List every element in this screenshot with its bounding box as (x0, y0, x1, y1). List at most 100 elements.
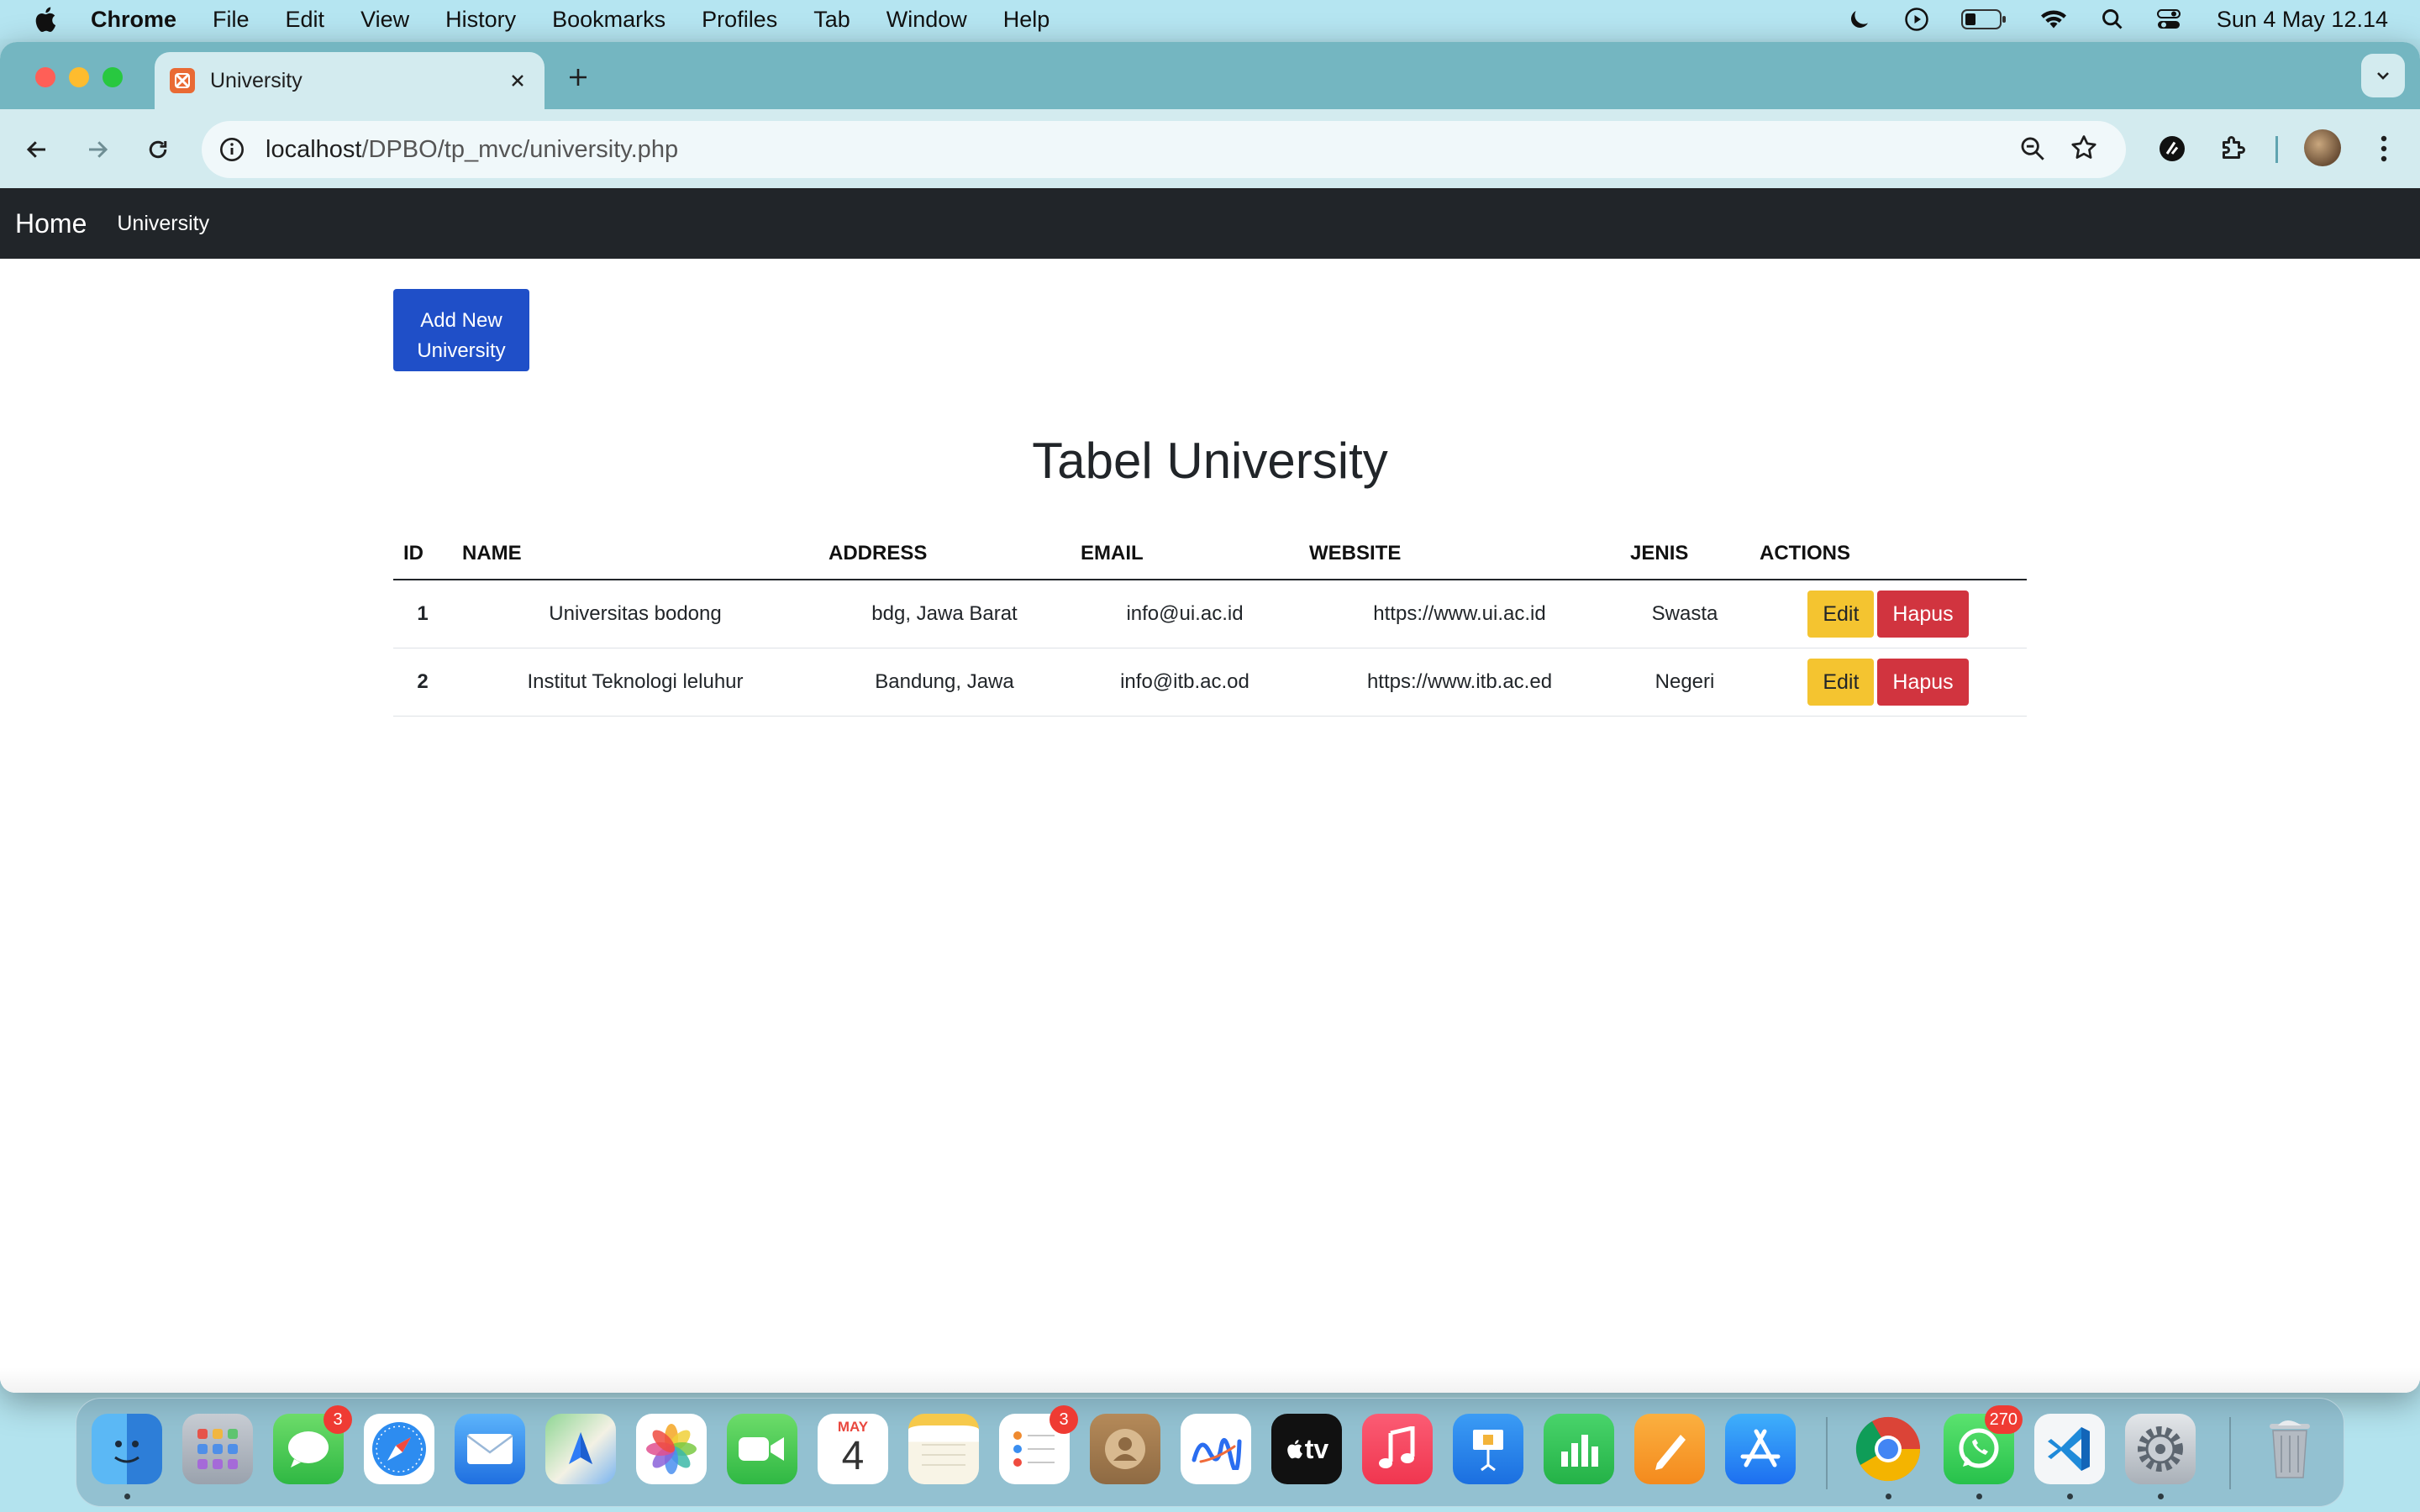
new-tab-plus-icon[interactable] (563, 62, 593, 92)
chrome-menu-kebab-icon[interactable] (2366, 131, 2402, 166)
system-settings-gear-icon[interactable] (2125, 1414, 2196, 1484)
dock-separator (2229, 1417, 2231, 1489)
tab-university[interactable]: University (155, 52, 544, 109)
window-minimize-button[interactable] (69, 67, 89, 87)
column-header-actions: ACTIONS (1749, 528, 2027, 580)
forward-arrow-icon[interactable] (81, 133, 114, 166)
menu-window[interactable]: Window (886, 7, 967, 33)
column-header-jenis: JENIS (1620, 528, 1749, 580)
menu-file[interactable]: File (213, 7, 250, 33)
finder-icon[interactable] (92, 1414, 162, 1484)
apple-menu-icon[interactable] (32, 5, 57, 34)
menu-profiles[interactable]: Profiles (702, 7, 777, 33)
edit-button[interactable]: Edit (1807, 590, 1875, 638)
cell-id: 1 (393, 580, 452, 648)
menu-help[interactable]: Help (1003, 7, 1050, 33)
zoom-icon[interactable] (2018, 134, 2047, 167)
menu-tab[interactable]: Tab (813, 7, 850, 33)
xampp-favicon-icon (170, 68, 195, 93)
page-bottom-edge (0, 1368, 2420, 1393)
cell-website: https://www.itb.ac.ed (1299, 648, 1620, 717)
control-center-icon[interactable] (2156, 8, 2181, 31)
profile-avatar[interactable] (2304, 129, 2341, 166)
column-header-website: WEBSITE (1299, 528, 1620, 580)
battery-icon[interactable] (1960, 8, 2007, 30)
window-close-button[interactable] (35, 67, 55, 87)
pages-icon[interactable] (1634, 1414, 1705, 1484)
tab-strip: University (0, 42, 2420, 109)
running-indicator (1976, 1494, 1982, 1499)
extensions-puzzle-icon[interactable] (2215, 131, 2250, 166)
running-indicator (1886, 1494, 1891, 1499)
keynote-icon[interactable] (1453, 1414, 1523, 1484)
safari-icon[interactable] (364, 1414, 434, 1484)
url-host: localhost (266, 135, 362, 163)
back-arrow-icon[interactable] (20, 133, 54, 166)
whatsapp-icon[interactable]: 270 (1944, 1405, 2023, 1484)
delete-button[interactable]: Hapus (1877, 658, 1969, 706)
now-playing-icon[interactable] (1904, 7, 1929, 32)
add-button-line-2: University (417, 339, 506, 362)
cell-actions: Edit Hapus (1749, 580, 2027, 648)
cell-address: bdg, Jawa Barat (818, 580, 1071, 648)
tab-search-chevron-icon[interactable] (2361, 54, 2405, 97)
column-header-name: NAME (452, 528, 818, 580)
reminders-icon[interactable]: 3 (999, 1405, 1078, 1484)
numbers-icon[interactable] (1544, 1414, 1614, 1484)
running-indicator (2067, 1494, 2073, 1499)
tab-close-icon[interactable] (506, 69, 529, 92)
dock-separator (1826, 1417, 1828, 1489)
bookmark-star-icon[interactable] (2069, 133, 2099, 167)
chrome-icon[interactable] (1853, 1414, 1923, 1484)
mail-icon[interactable] (455, 1414, 525, 1484)
maps-icon[interactable] (545, 1414, 616, 1484)
photos-icon[interactable] (636, 1414, 707, 1484)
apple-tv-icon[interactable]: tv (1271, 1414, 1342, 1484)
whatsapp-badge: 270 (1984, 1405, 2023, 1434)
launchpad-icon[interactable] (182, 1414, 253, 1484)
menu-view[interactable]: View (360, 7, 409, 33)
menu-bookmarks[interactable]: Bookmarks (552, 7, 666, 33)
moon-icon[interactable] (1847, 7, 1872, 32)
toolbar-divider (2275, 136, 2278, 163)
cell-address: Bandung, Jawa (818, 648, 1071, 717)
address-bar[interactable]: localhost/DPBO/tp_mvc/university.php (202, 121, 2126, 178)
window-zoom-button[interactable] (103, 67, 123, 87)
facetime-icon[interactable] (727, 1414, 797, 1484)
trash-icon[interactable] (2254, 1414, 2325, 1484)
calendar-icon[interactable]: MAY 4 (818, 1414, 888, 1484)
navbar-brand-home[interactable]: Home (15, 208, 87, 239)
wifi-icon[interactable] (2039, 8, 2069, 31)
page-viewport: Home University Add New University Tabel … (0, 188, 2420, 1393)
menu-history[interactable]: History (445, 7, 516, 33)
cell-jenis: Swasta (1620, 580, 1749, 648)
menu-app-name[interactable]: Chrome (91, 7, 176, 33)
edit-button[interactable]: Edit (1807, 658, 1875, 706)
site-info-icon[interactable] (215, 133, 249, 166)
site-navbar: Home University (0, 188, 2420, 259)
navbar-link-university[interactable]: University (117, 212, 209, 236)
add-button-line-1: Add New (420, 308, 502, 332)
table-header-row: ID NAME ADDRESS EMAIL WEBSITE JENIS ACTI… (393, 528, 2027, 580)
delete-button[interactable]: Hapus (1877, 590, 1969, 638)
reload-icon[interactable] (141, 133, 175, 166)
notes-icon[interactable] (908, 1414, 979, 1484)
calendar-day: 4 (841, 1434, 865, 1478)
cell-name: Universitas bodong (452, 580, 818, 648)
contacts-icon[interactable] (1090, 1414, 1160, 1484)
add-new-university-button[interactable]: Add New University (393, 289, 529, 371)
messages-icon[interactable]: 3 (273, 1405, 352, 1484)
column-header-address: ADDRESS (818, 528, 1071, 580)
url-text[interactable]: localhost/DPBO/tp_mvc/university.php (266, 136, 678, 164)
spotlight-search-icon[interactable] (2101, 8, 2124, 31)
app-store-icon[interactable] (1725, 1414, 1796, 1484)
music-icon[interactable] (1362, 1414, 1433, 1484)
vscode-icon[interactable] (2034, 1414, 2105, 1484)
column-header-email: EMAIL (1071, 528, 1299, 580)
messages-badge: 3 (324, 1405, 352, 1434)
menu-edit[interactable]: Edit (286, 7, 325, 33)
freeform-icon[interactable] (1181, 1414, 1251, 1484)
cell-name: Institut Teknologi leluhur (452, 648, 818, 717)
menubar-clock[interactable]: Sun 4 May 12.14 (2217, 7, 2388, 33)
extension-app-icon[interactable] (2154, 131, 2190, 166)
